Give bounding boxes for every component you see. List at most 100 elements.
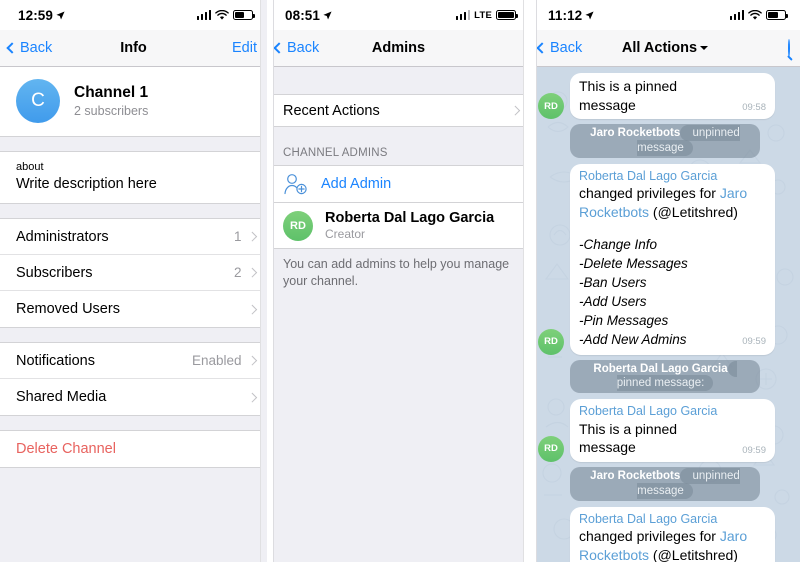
row-value: 2 [233, 265, 242, 280]
adjacent-screen-sliver-left [267, 0, 274, 562]
message-row: RD Roberta Dal Lago Garcia changed privi… [538, 164, 792, 355]
message-bubble[interactable]: Roberta Dal Lago Garcia changed privileg… [570, 506, 775, 562]
admin-role: Creator [325, 227, 366, 241]
wifi-icon [215, 9, 229, 20]
panel-all-actions: 11:12 Back All Actions RD This is a pinn… [530, 0, 800, 562]
location-arrow-icon [56, 10, 65, 19]
service-text: Jaro Rocketbots unpinned message [570, 466, 760, 501]
privilege-last-row: -Add New Admins 09:59 [579, 330, 766, 349]
chevron-right-icon [247, 355, 257, 366]
add-admin-label: Add Admin [321, 176, 392, 192]
channel-name: Channel 1 [74, 84, 149, 101]
chevron-right-icon [247, 392, 257, 402]
row-value: Enabled [191, 353, 242, 368]
status-time: 08:51 [285, 8, 332, 23]
service-actor: Roberta Dal Lago Garcia [593, 362, 728, 375]
signal-bars-icon [455, 10, 471, 20]
row-right [242, 392, 257, 402]
message-bubble[interactable]: Roberta Dal Lago Garcia changed privileg… [570, 164, 775, 355]
status-bar-admins: 08:51 LTE [267, 0, 530, 30]
service-message: Roberta Dal Lago Garcia pinned message: [538, 359, 792, 394]
privileges-list: -Change Info -Delete Messages -Ban Users… [579, 235, 766, 350]
row-administrators[interactable]: Administrators 1 [0, 219, 267, 255]
battery-icon [233, 10, 255, 20]
privilege-item: -Delete Messages [579, 255, 688, 271]
row-label: Administrators [16, 228, 109, 245]
back-button-info[interactable]: Back [6, 40, 52, 56]
chat-scroll-area[interactable]: RD This is a pinned message 09:58 Jaro R… [530, 67, 800, 562]
status-time-text: 08:51 [285, 7, 321, 23]
row-shared-media[interactable]: Shared Media [0, 379, 267, 415]
service-message: Jaro Rocketbots unpinned message [538, 124, 792, 159]
row-right [242, 304, 257, 314]
about-section: about Write description here [0, 151, 267, 204]
add-admin-row[interactable]: Add Admin [267, 165, 530, 202]
signal-bars-icon [196, 10, 211, 20]
row-right: 2 [233, 265, 257, 280]
message-row: RD Roberta Dal Lago Garcia This is a pin… [538, 399, 792, 462]
channel-header-text: Channel 1 2 subscribers [74, 84, 148, 118]
text-after: (@Letitshred) [649, 546, 738, 562]
panel-channel-info: 12:59 Back Info Edit C Channel 1 2 subsc… [0, 0, 267, 562]
row-notifications[interactable]: Notifications Enabled [0, 343, 267, 379]
chevron-right-icon [247, 304, 257, 314]
chevron-right-icon [510, 105, 520, 116]
admin-list-item[interactable]: RD Roberta Dal Lago Garcia Creator [267, 202, 530, 249]
chevron-left-icon [536, 42, 548, 54]
chevron-right-icon [247, 231, 257, 242]
message-text: changed privileges for Jaro Rocketbots (… [579, 184, 766, 221]
row-label: Shared Media [16, 389, 107, 405]
status-icons [729, 9, 788, 21]
row-removed-users[interactable]: Removed Users [0, 291, 267, 327]
channel-subscribers: 2 subscribers [74, 104, 149, 118]
service-actor: Jaro Rocketbots [590, 469, 681, 482]
panel-admins: 08:51 LTE Back Admins Recent Actions CHA… [267, 0, 530, 562]
battery-icon [766, 10, 788, 20]
back-label: Back [550, 40, 583, 56]
admin-avatar: RD [283, 210, 313, 241]
add-user-icon [284, 174, 307, 195]
row-label: Notifications [16, 352, 95, 369]
text-before: changed privileges for [579, 185, 720, 202]
message-bubble[interactable]: Roberta Dal Lago Garcia This is a pinned… [570, 399, 775, 462]
message-row: RD Roberta Dal Lago Garcia changed privi… [538, 506, 792, 562]
back-button-chat[interactable]: Back [536, 40, 583, 56]
status-time: 11:12 [548, 8, 594, 23]
service-text: Roberta Dal Lago Garcia pinned message: [570, 359, 760, 394]
message-avatar[interactable]: RD [538, 435, 564, 462]
text-before: changed privileges for [579, 527, 720, 544]
delete-channel-button[interactable]: Delete Channel [0, 431, 267, 467]
bubble-inline-row: This is a pinned message 09:58 [579, 77, 766, 114]
row-subscribers[interactable]: Subscribers 2 [0, 255, 267, 291]
adjacent-screen-sliver-right [523, 0, 530, 562]
row-label: Removed Users [16, 301, 120, 317]
service-text: Jaro Rocketbots unpinned message [570, 124, 760, 159]
signal-bars-icon [729, 10, 744, 20]
nav-bar-chat: Back All Actions [530, 30, 800, 67]
status-bar-info: 12:59 [0, 0, 267, 30]
search-button[interactable] [788, 39, 790, 57]
message-text: changed privileges for Jaro Rocketbots (… [579, 527, 766, 562]
status-bar-chat: 11:12 [530, 0, 800, 30]
chevron-left-icon [6, 42, 18, 54]
back-button-admins[interactable]: Back [273, 40, 319, 56]
message-bubble[interactable]: This is a pinned message 09:58 [570, 73, 775, 120]
recent-actions-row[interactable]: Recent Actions [267, 94, 530, 127]
message-avatar[interactable]: RD [538, 93, 564, 120]
message-author: Roberta Dal Lago Garcia [579, 511, 718, 526]
row-right: Enabled [191, 353, 257, 368]
location-arrow-icon [323, 10, 332, 19]
about-row[interactable]: about Write description here [0, 152, 267, 203]
privilege-item: -Pin Messages [579, 313, 669, 329]
battery-icon [496, 10, 518, 20]
channel-header-row[interactable]: C Channel 1 2 subscribers [0, 67, 267, 136]
admin-text: Roberta Dal Lago Garcia Creator [325, 210, 494, 241]
network-type-label: LTE [474, 9, 492, 21]
chat-messages: RD This is a pinned message 09:58 Jaro R… [530, 67, 800, 562]
adjacent-screen-sliver-right [260, 0, 267, 562]
members-section: Administrators 1 Subscribers 2 Removed U… [0, 218, 267, 328]
message-avatar[interactable]: RD [538, 328, 564, 355]
edit-button[interactable]: Edit [232, 40, 257, 56]
privilege-item: -Ban Users [579, 274, 647, 290]
admins-content: Recent Actions CHANNEL ADMINS Add Admin … [267, 67, 530, 562]
